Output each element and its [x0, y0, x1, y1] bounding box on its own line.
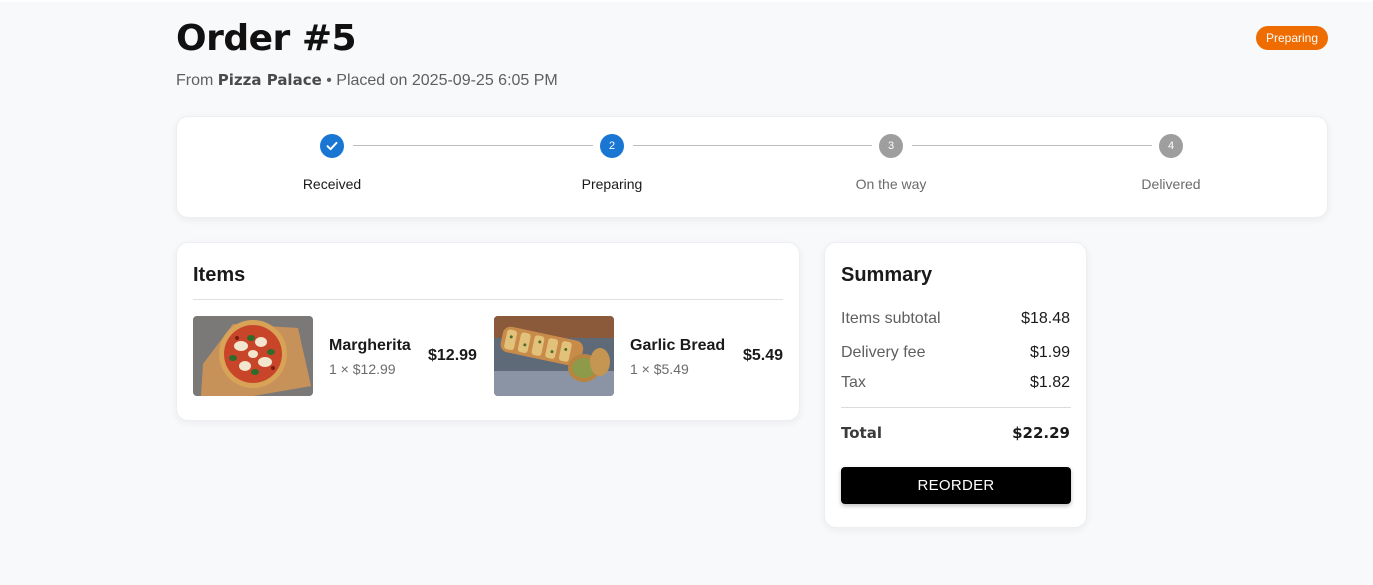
tax-label: Tax [841, 374, 866, 391]
step-received-check-icon [320, 134, 344, 158]
step-connector [912, 145, 1152, 146]
step-preparing-number: 2 [600, 134, 624, 158]
pizza-image [193, 316, 313, 396]
item-name: Garlic Bread [630, 337, 726, 354]
item-name: Margherita [329, 337, 411, 354]
step-label-delivered: Delivered [1141, 176, 1201, 192]
garlic-bread-image [494, 316, 614, 396]
step-delivered-number: 4 [1159, 134, 1183, 158]
status-badge: Preparing [1256, 26, 1328, 50]
subtotal-value: $18.48 [1021, 310, 1070, 327]
summary-divider [841, 407, 1071, 408]
item-qty: 1 × $5.49 [630, 361, 689, 377]
subtotal-label: Items subtotal [841, 310, 941, 327]
delivery-fee-label: Delivery fee [841, 344, 926, 361]
delivery-fee-value: $1.99 [1029, 344, 1070, 361]
items-divider [193, 299, 783, 300]
order-progress-stepper: 2 3 4 Received Preparing On the way Deli… [176, 116, 1328, 218]
item-price: $12.99 [428, 347, 477, 364]
step-on-the-way-number: 3 [879, 134, 903, 158]
total-value: $22.29 [1012, 424, 1070, 442]
step-connector [633, 145, 872, 146]
step-connector [353, 145, 593, 146]
step-label-received: Received [302, 176, 362, 192]
summary-title: Summary [841, 264, 933, 286]
top-strip [0, 0, 1373, 2]
placed-date: • Placed on 2025-09-25 6:05 PM [326, 72, 558, 89]
page-title: Order #5 [176, 18, 357, 59]
summary-card: Summary Items subtotal $18.48 Delivery f… [824, 242, 1087, 528]
step-label-on-the-way: On the way [855, 176, 927, 192]
item-qty: 1 × $12.99 [329, 361, 396, 377]
order-subtitle: From Pizza Palace • Placed on 2025-09-25… [176, 70, 558, 91]
total-label: Total [841, 424, 882, 442]
restaurant-name: Pizza Palace [217, 71, 322, 89]
step-label-preparing: Preparing [581, 176, 643, 192]
from-prefix: From [176, 72, 214, 89]
tax-value: $1.82 [1029, 374, 1070, 391]
items-card: Items Margherita 1 × $12.99 $12.99 Garli… [176, 242, 800, 421]
items-title: Items [193, 264, 246, 286]
item-price: $5.49 [743, 347, 784, 364]
reorder-button[interactable]: REORDER [841, 467, 1071, 504]
